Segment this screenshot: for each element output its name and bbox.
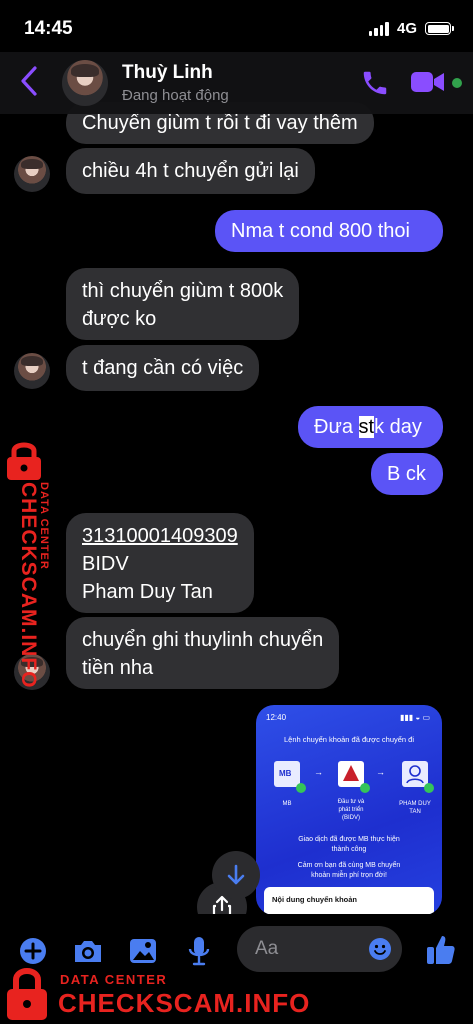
attachment-thanks-line: Cảm ơn bạn đã cùng MB chuyển <box>297 862 401 869</box>
online-indicator <box>452 78 462 88</box>
battery-icon <box>425 22 454 35</box>
message-text-line: thì chuyển giùm t 800k <box>82 280 284 302</box>
attachment-thanks-line: khoản miễn phí trọn đời! <box>311 872 387 879</box>
message-avatar[interactable] <box>14 156 50 192</box>
signal-icon <box>368 21 389 36</box>
attachment-content-card: Nội dung chuyển khoản <box>264 887 434 915</box>
lock-icon <box>7 442 41 480</box>
text-selection-highlight[interactable]: st <box>358 416 375 438</box>
bank-label-line: phát triển <box>338 807 364 813</box>
back-button[interactable] <box>14 64 44 98</box>
from-label: MB <box>282 801 292 807</box>
bank-name: BIDV <box>82 553 129 575</box>
side-watermark: CHECKSCAM.INFO DATA CENTER <box>2 438 62 689</box>
recipient-label-line: TAN <box>409 809 421 815</box>
message-bubble[interactable]: Nma t cond 800 thoi <box>215 210 443 252</box>
attachment-title: Lệnh chuyển khoản đã được chuyển đi <box>283 735 415 744</box>
message-avatar[interactable] <box>14 353 50 389</box>
status-time: 14:45 <box>24 18 73 39</box>
video-call-button[interactable] <box>410 68 446 101</box>
arrow-down-icon <box>227 864 245 885</box>
recipient-avatar <box>402 761 428 787</box>
account-holder: Pham Duy Tan <box>82 581 213 603</box>
attachment-status-icons: ▮▮▮ ◒ ▭ <box>399 713 430 722</box>
message-text-post: k day <box>374 416 422 438</box>
watermark-label: DATA CENTER <box>60 972 168 987</box>
bank-label-line: (BIDV) <box>342 815 360 821</box>
message-text: Chuyển giùm t rồi t đi vay thêm <box>82 112 358 134</box>
message-bubble[interactable]: Đưa stk day <box>298 406 443 448</box>
check-icon <box>424 783 434 793</box>
bottom-watermark: DATA CENTER CHECKSCAM.INFO <box>0 962 309 1024</box>
message-text-pre: Đưa <box>314 416 359 438</box>
check-icon <box>360 783 370 793</box>
attachment-card-title: Nội dung chuyển khoản <box>272 895 358 904</box>
phone-icon <box>363 71 387 95</box>
watermark-brand: CHECKSCAM.INFO <box>17 482 40 689</box>
message-bubble[interactable]: B ck <box>371 453 443 495</box>
status-icons: 4G <box>368 20 454 37</box>
check-icon <box>296 783 306 793</box>
message-input[interactable] <box>255 936 365 962</box>
network-type: 4G <box>396 20 417 37</box>
status-bar: 14:45 4G <box>0 0 473 52</box>
presence-status: Đang hoạt động <box>122 87 229 104</box>
message-text: chiều 4h t chuyển gửi lại <box>82 160 299 182</box>
contact-name[interactable]: Thuỳ Linh <box>122 62 213 84</box>
emoji-icon[interactable] <box>368 937 392 961</box>
attachment-note-line: Giao dịch đã được MB thực hiện <box>298 836 400 843</box>
image-icon <box>130 939 156 963</box>
message-text: t đang cần có việc <box>82 357 244 379</box>
message-bubble[interactable]: chuyển ghi thuylinh chuyển tiền nha <box>66 617 340 689</box>
message-text-line: chuyển ghi thuylinh chuyển <box>82 629 324 651</box>
account-number-link[interactable]: 31310001409309 <box>82 522 238 550</box>
watermark-brand: CHECKSCAM.INFO <box>58 988 311 1018</box>
video-camera-icon <box>411 72 444 92</box>
scroll-to-bottom-button[interactable] <box>212 851 260 899</box>
lock-icon <box>7 968 47 1020</box>
attachment-note-line: thành công <box>331 846 367 853</box>
thumbs-up-icon <box>427 936 455 964</box>
image-attachment[interactable]: 12:40 ▮▮▮ ◒ ▭ Lệnh chuyển khoản đã được … <box>256 705 442 915</box>
arrow-right-icon: → <box>314 767 323 777</box>
message-text: B ck <box>387 463 426 485</box>
chevron-left-icon <box>21 66 37 96</box>
bank-label-line: Đầu tư và <box>337 799 365 805</box>
camera-icon <box>75 941 101 962</box>
bidv-logo-mark <box>343 765 359 781</box>
mb-logo: MB <box>274 761 300 787</box>
message-text: Nma t cond 800 thoi <box>231 220 410 242</box>
watermark-label: DATA CENTER <box>38 482 50 570</box>
message-bubble[interactable]: 31310001409309 BIDV Pham Duy Tan <box>66 513 254 613</box>
like-button[interactable] <box>423 930 459 970</box>
chat-header: Thuỳ Linh Đang hoạt động <box>0 52 473 114</box>
message-bubble[interactable]: t đang cần có việc <box>66 345 260 391</box>
user-icon <box>406 765 424 784</box>
recipient-label-line: PHAM DUY <box>399 801 431 807</box>
contact-avatar[interactable] <box>62 60 108 106</box>
attachment-time: 12:40 <box>266 713 287 722</box>
arrow-right-icon: → <box>376 767 385 777</box>
message-text-line: được ko <box>82 308 157 330</box>
message-text-line: tiền nha <box>82 657 154 679</box>
voice-call-button[interactable] <box>360 68 390 103</box>
bidv-logo <box>338 761 364 787</box>
message-bubble[interactable]: thì chuyển giùm t 800k được ko <box>66 268 300 340</box>
message-bubble[interactable]: chiều 4h t chuyển gửi lại <box>66 148 315 194</box>
mb-logo-text: MB <box>279 769 292 778</box>
